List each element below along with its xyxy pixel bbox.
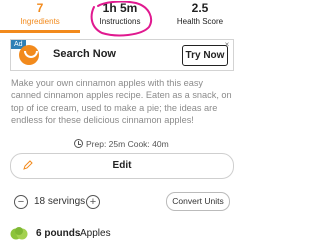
apple-image xyxy=(10,227,28,240)
ad-banner[interactable]: Ad × Search Now Try Now xyxy=(10,39,234,71)
ad-title: Search Now xyxy=(53,48,116,60)
decrease-servings-button[interactable]: − xyxy=(14,195,28,209)
tab-health-score[interactable]: 2.5 Health Score xyxy=(160,0,240,34)
tab-health-score-label: Health Score xyxy=(176,17,224,26)
tab-ingredients[interactable]: 7 Ingredients xyxy=(0,0,80,34)
prep-cook-time: Prep: 25m Cook: 40m xyxy=(86,139,169,149)
ingredient-row[interactable]: 6 pounds Apples xyxy=(0,224,240,240)
ingredient-quantity: 6 pounds xyxy=(36,228,81,239)
convert-units-button[interactable]: Convert Units xyxy=(166,192,230,211)
tab-ingredients-value: 7 xyxy=(36,1,44,15)
recipe-tabs: 7 Ingredients 1h 5m Instructions 2.5 Hea… xyxy=(0,0,240,37)
active-tab-indicator xyxy=(0,30,80,33)
annotation-circle xyxy=(90,1,153,37)
increase-servings-button[interactable]: + xyxy=(86,195,100,209)
edit-button[interactable]: Edit xyxy=(10,153,234,179)
edit-button-label: Edit xyxy=(112,160,132,171)
recipe-description: Make your own cinnamon apples with this … xyxy=(11,78,232,125)
servings-row: − 18 servings + Convert Units xyxy=(0,192,240,212)
ad-try-now-button[interactable]: Try Now xyxy=(182,45,228,66)
servings-count: 18 servings xyxy=(34,196,86,207)
clock-icon xyxy=(74,139,83,148)
tab-health-score-value: 2.5 xyxy=(191,1,209,15)
smile-logo-icon xyxy=(19,45,39,65)
ingredient-name: Apples xyxy=(80,228,111,239)
tab-ingredients-label: Ingredients xyxy=(20,17,60,26)
